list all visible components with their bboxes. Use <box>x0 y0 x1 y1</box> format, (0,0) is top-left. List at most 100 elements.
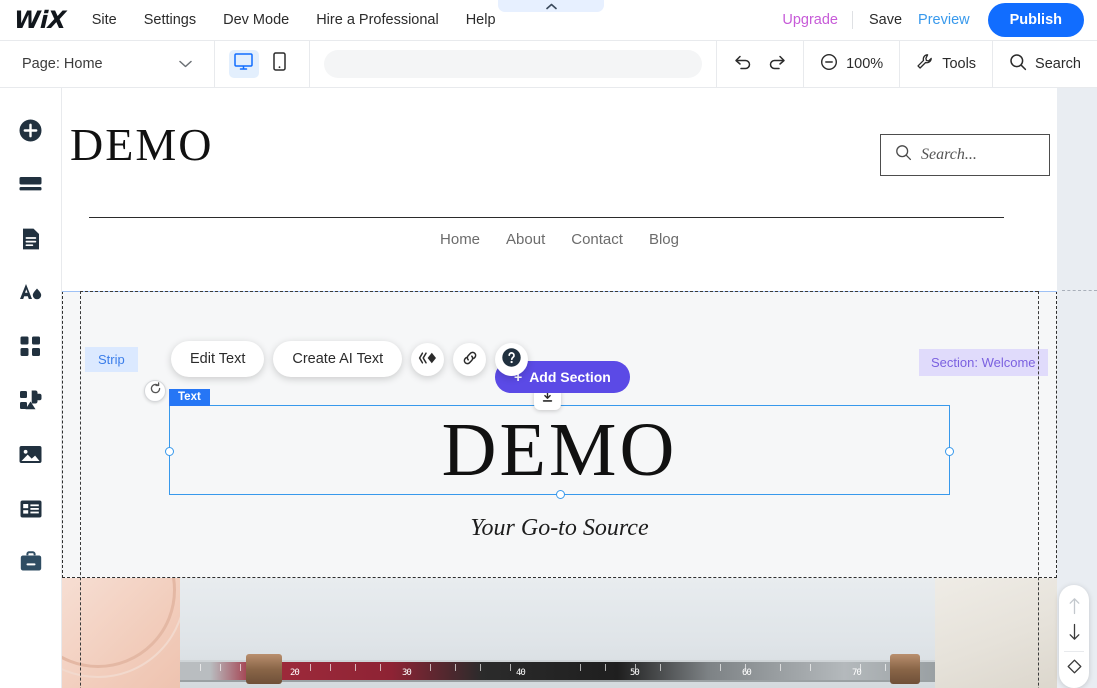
animation-button[interactable] <box>411 343 444 376</box>
ruler-label: 60 <box>742 668 751 678</box>
rotate-handle[interactable] <box>144 380 166 402</box>
toolbar-right: 100% Tools Sear <box>716 41 1097 88</box>
preview-button[interactable]: Preview <box>918 12 988 28</box>
mobile-icon <box>273 52 286 76</box>
briefcase-icon <box>19 551 43 579</box>
ruler-knob-left <box>246 654 282 684</box>
nav-link-home[interactable]: Home <box>440 231 480 248</box>
top-menu-item-settings[interactable]: Settings <box>144 12 196 28</box>
selection-type-tag[interactable]: Text <box>169 389 210 406</box>
ruler-label: 70 <box>852 668 861 678</box>
page-icon <box>21 227 41 256</box>
add-section-label: Add Section <box>529 369 611 385</box>
nav-link-blog[interactable]: Blog <box>649 231 679 248</box>
search-label: Search <box>1035 56 1081 72</box>
theme-paint-icon <box>18 281 44 309</box>
sidebar-item-sections[interactable] <box>11 160 51 214</box>
sidebar-item-add-elements[interactable] <box>11 106 51 160</box>
sidebar-item-business-tools[interactable] <box>11 538 51 592</box>
zoom-control[interactable]: 100% <box>820 53 883 75</box>
image-gallery-row: 20 30 40 50 60 70 <box>62 578 1057 688</box>
zoom-out-icon <box>820 53 838 75</box>
save-button[interactable]: Save <box>853 12 918 28</box>
top-menu-item-hire-a-professional[interactable]: Hire a Professional <box>316 12 439 28</box>
text-selection-box[interactable]: Text <box>169 405 950 495</box>
top-bar: WiX Site Settings Dev Mode Hire a Profes… <box>0 0 1097 41</box>
zoom-group: 100% <box>803 41 899 88</box>
search-button[interactable]: Search <box>1009 53 1081 75</box>
hero-tagline[interactable]: Your Go-to Source <box>62 515 1057 542</box>
undo-button[interactable] <box>733 53 752 75</box>
strip-label[interactable]: Strip <box>85 347 138 372</box>
create-ai-text-button[interactable]: Create AI Text <box>273 341 402 377</box>
resize-handle-left[interactable] <box>165 447 174 456</box>
canvas-scroll-nav <box>1059 585 1089 688</box>
puzzle-icon <box>19 389 43 417</box>
sections-icon <box>18 175 43 200</box>
sidebar-item-media[interactable] <box>11 430 51 484</box>
site-nav: Home About Contact Blog <box>62 231 1057 248</box>
ruler-graphic: 20 30 40 50 60 70 <box>180 660 935 682</box>
canvas-guide-left <box>80 291 81 688</box>
site-search-input[interactable]: Search... <box>880 134 1050 176</box>
redo-icon <box>768 53 787 75</box>
redo-button[interactable] <box>768 53 787 75</box>
resize-handle-right[interactable] <box>945 447 954 456</box>
rotate-icon <box>149 382 162 400</box>
sidebar-item-add-ons[interactable] <box>11 376 51 430</box>
page-selector[interactable]: Page: Home <box>0 41 215 88</box>
section-label[interactable]: Section: Welcome <box>919 349 1048 376</box>
image-icon <box>18 444 43 470</box>
link-icon <box>461 349 479 370</box>
animation-icon <box>418 351 437 368</box>
sidebar-item-theme[interactable] <box>11 268 51 322</box>
tools-label: Tools <box>942 56 976 72</box>
search-group: Search <box>992 41 1097 88</box>
sidebar-item-cms[interactable] <box>11 484 51 538</box>
undo-icon <box>733 53 752 75</box>
help-icon <box>501 347 522 371</box>
history-group <box>716 41 803 88</box>
left-sidebar <box>0 88 62 688</box>
top-menu-item-site[interactable]: Site <box>92 12 117 28</box>
top-menu-item-dev-mode[interactable]: Dev Mode <box>223 12 289 28</box>
tools-button[interactable]: Tools <box>916 53 976 75</box>
apps-grid-icon <box>19 335 42 363</box>
edit-text-button[interactable]: Edit Text <box>171 341 264 377</box>
zoom-level-label: 100% <box>846 56 883 72</box>
site-header: DEMO Search... Home About Contact Blog <box>62 88 1057 266</box>
sidebar-item-apps[interactable] <box>11 322 51 376</box>
ruler-knob-right <box>890 654 920 684</box>
upgrade-link[interactable]: Upgrade <box>782 12 852 28</box>
collapse-toolbar-tab[interactable] <box>498 0 604 12</box>
site-logo[interactable]: DEMO <box>70 118 213 171</box>
gallery-image-center[interactable]: 20 30 40 50 60 70 <box>180 578 935 688</box>
top-bar-actions: Upgrade Save Preview Publish <box>782 3 1097 37</box>
editor-toolbar: Page: Home <box>0 41 1097 88</box>
resize-handle-bottom[interactable] <box>556 490 565 499</box>
chevron-down-icon <box>179 55 192 73</box>
publish-button[interactable]: Publish <box>988 3 1084 37</box>
ruler-label: 30 <box>402 668 411 678</box>
desktop-view-button[interactable] <box>229 50 259 78</box>
nav-link-contact[interactable]: Contact <box>571 231 623 248</box>
mobile-view-button[interactable] <box>265 50 295 78</box>
text-context-toolbar: Edit Text Create AI Text <box>171 341 528 377</box>
link-button[interactable] <box>453 343 486 376</box>
scroll-down-button[interactable] <box>1059 621 1089 647</box>
address-input[interactable] <box>324 50 702 78</box>
arrow-up-icon <box>1068 597 1081 620</box>
page-selector-label: Page: Home <box>22 56 103 72</box>
scroll-up-button[interactable] <box>1059 595 1089 621</box>
ruler-label: 40 <box>516 668 525 678</box>
nav-link-about[interactable]: About <box>506 231 545 248</box>
wix-logo[interactable]: WiX <box>14 6 67 34</box>
plus-circle-icon <box>18 118 43 148</box>
canvas-extra-button[interactable] <box>1059 656 1089 682</box>
top-menu-item-help[interactable]: Help <box>466 12 496 28</box>
sidebar-item-pages[interactable] <box>11 214 51 268</box>
help-button[interactable] <box>495 343 528 376</box>
canvas-guide-top <box>80 291 1038 292</box>
arrow-down-icon <box>1068 623 1081 646</box>
editor-canvas: DEMO Search... Home About Contact Blog <box>62 88 1097 688</box>
